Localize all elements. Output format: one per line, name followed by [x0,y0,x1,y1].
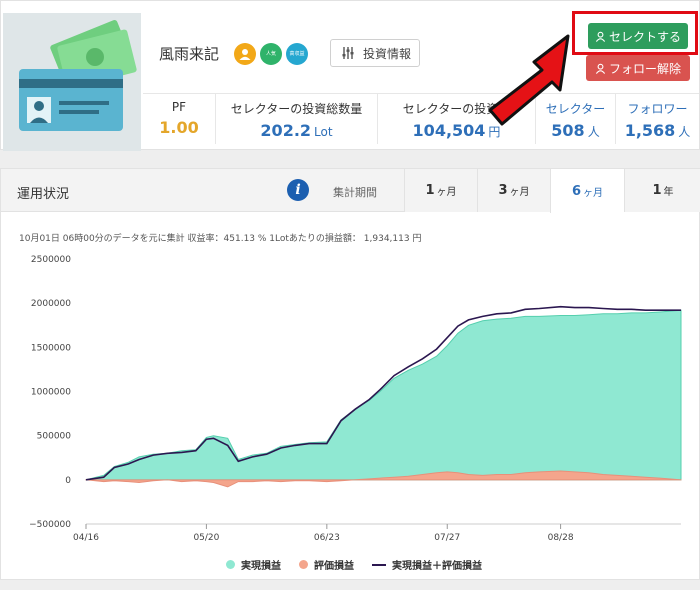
stat-value: 1,568 人 [624,121,691,140]
investment-info-button[interactable]: 投資情報 [330,39,420,67]
y-tick-label: 1500000 [31,343,71,353]
user-outline-icon [595,63,606,74]
stat-value: 1.00 [159,118,199,137]
legend-label: 実現損益 [241,561,281,572]
investment-info-label: 投資情報 [363,46,412,61]
legend-swatch [226,560,235,569]
unfollow-button[interactable]: フォロー解除 [586,55,690,81]
x-tick-label: 08/28 [548,533,574,543]
y-tick-label: 2000000 [31,299,71,309]
stat-pf: PF 1.00 [143,94,215,144]
unfollow-button-label: フォロー解除 [608,61,681,76]
stat-label: PF [171,100,187,114]
legend-item-realized[interactable]: 実現損益 [226,557,281,572]
y-tick-label: 0 [65,476,71,486]
legend-item-total[interactable]: 実現損益＋評価損益 [372,557,482,572]
legend-label: 実現損益＋評価損益 [392,561,482,572]
stat-followers: フォロワー 1,568 人 [615,94,699,144]
stat-label: セレクターの投資総数量 [230,102,363,116]
x-tick-label: 07/27 [434,533,460,543]
x-tick-label: 04/16 [73,533,99,543]
stat-value: 202.2 Lot [260,121,333,140]
popular-badge-label: 人気 [265,51,276,57]
sliders-icon [342,47,354,59]
x-tick-label: 05/20 [193,533,219,543]
trader-name: 風雨来記 [159,45,220,63]
series-realized-area [85,309,682,481]
user-icon [234,43,256,65]
select-button-highlight-box [572,11,698,55]
legend-swatch [372,563,386,566]
x-tick-label: 06/23 [314,533,340,543]
trader-cover-image [3,13,141,151]
y-tick-label: 500000 [37,432,72,442]
legend-swatch [299,560,308,569]
legend-label: 評価損益 [314,561,354,572]
id-card-money-icon [19,20,137,131]
y-tick-label: −500000 [29,520,71,530]
y-tick-label: 2500000 [31,255,71,265]
legend-item-unrealized[interactable]: 評価損益 [299,557,354,572]
chart-legend: 実現損益 評価損益 実現損益＋評価損益 [226,557,482,572]
trader-profile-card: 風雨来記 人気 高収益 投資情報 セレクトする フォロー解除 PF 1.00 セ… [0,0,700,151]
profit-chart: 2500000 2000000 1500000 1000000 500000 0 −5000… [29,255,682,543]
stat-label: フォロワー [627,102,688,116]
profit-badge-label: 高収益 [289,51,305,57]
performance-card: 運用状況 i 集計期間 1 ヶ月 3 ヶ月 6 ヶ月 1年 10月01日 06時00分… [0,168,700,580]
popular-badge-icon: 人気 [260,43,282,65]
y-tick-label: 1000000 [31,388,71,398]
stat-selector-total-lot: セレクターの投資総数量 202.2 Lot [215,94,377,144]
trader-stats: PF 1.00 セレクターの投資総数量 202.2 Lot セレクターの投資総 1… [143,93,699,144]
profit-badge-icon: 高収益 [286,43,308,65]
pointer-arrow-icon [488,34,570,126]
